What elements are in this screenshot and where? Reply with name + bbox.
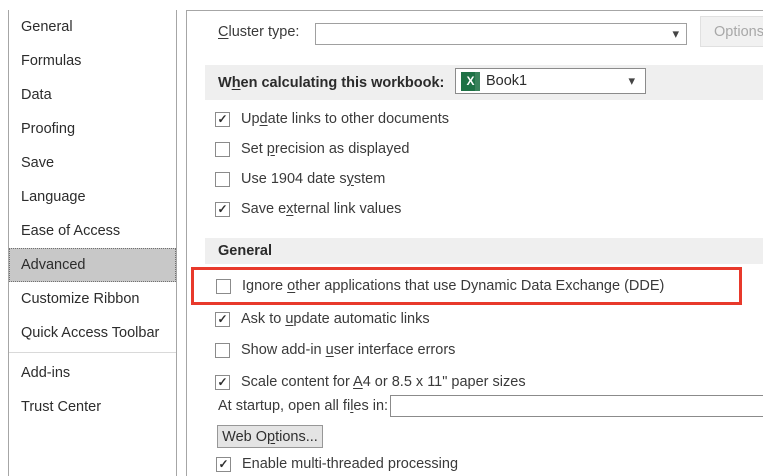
checkbox-show-addin-errors[interactable]: ✓ Show add-in user interface errors	[215, 336, 455, 364]
checkbox-label: Update links to other documents	[241, 111, 449, 127]
sidebar-divider	[9, 352, 176, 353]
checkbox-save-external-link-values[interactable]: ✓ Save external link values	[215, 195, 401, 223]
sidebar-item-advanced[interactable]: Advanced	[9, 248, 176, 282]
checkbox-set-precision[interactable]: ✓ Set precision as displayed	[215, 135, 409, 163]
workbook-name: Book1	[486, 73, 527, 89]
checkbox-box[interactable]: ✓	[216, 457, 231, 472]
general-section-title: General	[218, 243, 272, 259]
checkbox-label: Show add-in user interface errors	[241, 342, 455, 358]
cluster-type-combobox[interactable]: ▾	[315, 23, 687, 45]
chevron-down-icon[interactable]: ▾	[628, 74, 635, 87]
checkbox-box[interactable]: ✓	[215, 172, 230, 187]
checkbox-box[interactable]: ✓	[215, 202, 230, 217]
startup-folder-input[interactable]	[390, 395, 763, 417]
check-icon: ✓	[217, 376, 227, 388]
sidebar-item-general[interactable]: General	[9, 10, 176, 44]
sidebar-item-language[interactable]: Language	[9, 180, 176, 214]
checkbox-ignore-dde[interactable]: ✓ Ignore other applications that use Dyn…	[216, 272, 664, 300]
checkbox-update-links[interactable]: ✓ Update links to other documents	[215, 105, 449, 133]
excel-options-dialog: General Formulas Data Proofing Save Lang…	[0, 0, 763, 476]
checkbox-box[interactable]: ✓	[215, 375, 230, 390]
sidebar-item-customize-ribbon[interactable]: Customize Ribbon	[9, 282, 176, 316]
checkbox-label: Use 1904 date system	[241, 171, 385, 187]
sidebar-item-proofing[interactable]: Proofing	[9, 112, 176, 146]
checkbox-ask-update-links[interactable]: ✓ Ask to update automatic links	[215, 305, 430, 333]
sidebar-item-trust-center[interactable]: Trust Center	[9, 390, 176, 424]
sidebar-item-ease-of-access[interactable]: Ease of Access	[9, 214, 176, 248]
checkbox-box[interactable]: ✓	[215, 343, 230, 358]
checkbox-label: Enable multi-threaded processing	[242, 456, 458, 472]
cluster-type-label: Cluster type:	[218, 24, 299, 40]
options-category-sidebar: General Formulas Data Proofing Save Lang…	[8, 10, 177, 476]
sidebar-item-add-ins[interactable]: Add-ins	[9, 356, 176, 390]
checkbox-1904-date-system[interactable]: ✓ Use 1904 date system	[215, 165, 385, 193]
check-icon: ✓	[217, 313, 227, 325]
calc-workbook-label: When calculating this workbook:	[218, 75, 444, 91]
sidebar-item-data[interactable]: Data	[9, 78, 176, 112]
general-section-header: General	[205, 238, 763, 264]
checkbox-label: Ignore other applications that use Dynam…	[242, 278, 664, 294]
workbook-selector-combobox[interactable]: X Book1 ▾	[455, 68, 646, 94]
web-options-button-label: Web Options...	[222, 429, 318, 445]
checkbox-label: Scale content for A4 or 8.5 x 11" paper …	[241, 374, 526, 390]
checkbox-label: Save external link values	[241, 201, 401, 217]
checkbox-label: Ask to update automatic links	[241, 311, 430, 327]
options-button[interactable]: Options	[700, 16, 763, 47]
chevron-down-icon[interactable]: ▾	[672, 27, 679, 40]
check-icon: ✓	[217, 113, 227, 125]
checkbox-box[interactable]: ✓	[215, 312, 230, 327]
checkbox-box[interactable]: ✓	[215, 112, 230, 127]
check-icon: ✓	[217, 203, 227, 215]
excel-workbook-icon: X	[461, 72, 480, 91]
check-icon: ✓	[218, 458, 228, 470]
checkbox-box[interactable]: ✓	[216, 279, 231, 294]
checkbox-box[interactable]: ✓	[215, 142, 230, 157]
web-options-button[interactable]: Web Options...	[217, 425, 323, 448]
options-button-label: Options	[714, 24, 763, 40]
checkbox-label: Set precision as displayed	[241, 141, 409, 157]
startup-folder-label: At startup, open all files in:	[218, 398, 388, 414]
sidebar-item-save[interactable]: Save	[9, 146, 176, 180]
checkbox-multithreaded-processing[interactable]: ✓ Enable multi-threaded processing	[216, 450, 458, 476]
sidebar-item-quick-access-toolbar[interactable]: Quick Access Toolbar	[9, 316, 176, 350]
sidebar-item-formulas[interactable]: Formulas	[9, 44, 176, 78]
checkbox-scale-content-a4[interactable]: ✓ Scale content for A4 or 8.5 x 11" pape…	[215, 368, 526, 396]
